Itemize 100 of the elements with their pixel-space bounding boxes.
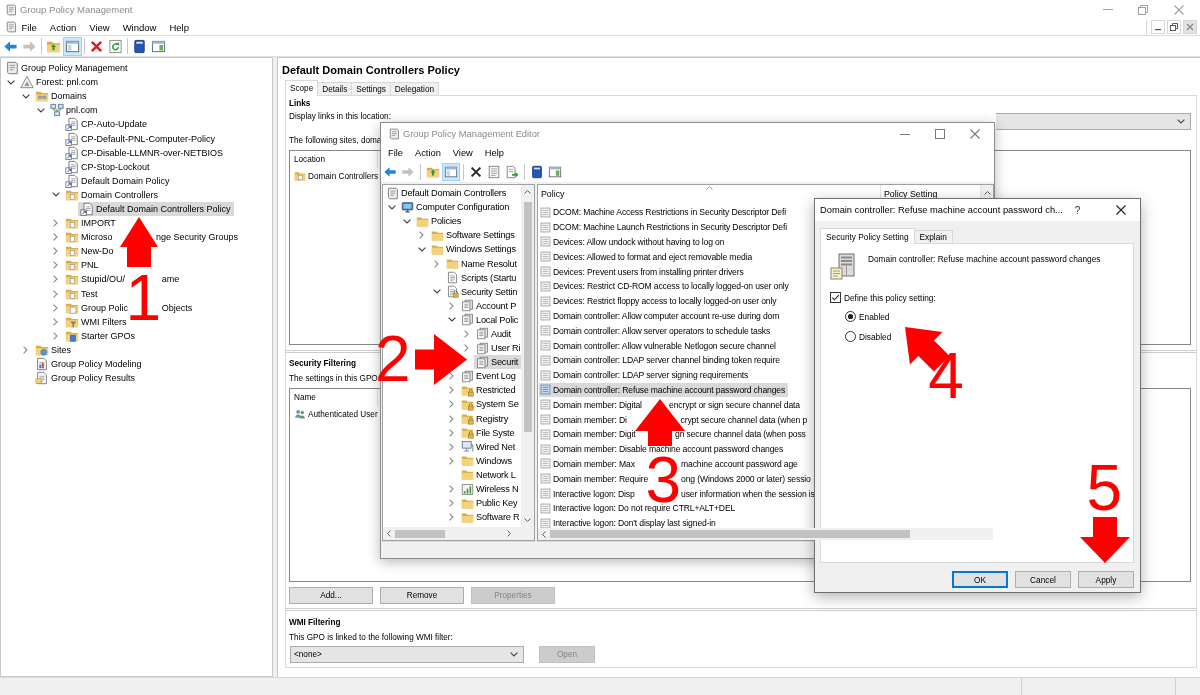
- tree-item[interactable]: Microso nge Security Groups: [63, 230, 242, 245]
- chevron-right-icon[interactable]: [449, 456, 454, 465]
- chevron-right-icon[interactable]: [449, 301, 454, 310]
- policy-row[interactable]: Devices: Restrict floppy access to locally logged-on user only: [539, 293, 780, 309]
- restore-icon[interactable]: [1167, 20, 1181, 34]
- action-pane-icon[interactable]: [151, 38, 166, 54]
- tree-item[interactable]: Software R: [459, 510, 523, 525]
- tree-item[interactable]: WMI Filters: [63, 314, 130, 329]
- tree-item[interactable]: Audit: [474, 326, 514, 342]
- column-header[interactable]: Name: [290, 389, 378, 406]
- menu-item[interactable]: File: [382, 148, 409, 158]
- tree-item[interactable]: IMPORT: [63, 216, 119, 231]
- chevron-down-icon[interactable]: [21, 93, 30, 99]
- tree-item[interactable]: Default Domain Controllers Policy: [78, 201, 234, 217]
- policy-row[interactable]: Domain controller: Allow server operators to schedule tasks: [539, 323, 774, 339]
- tab[interactable]: Delegation: [389, 82, 439, 95]
- scrollbar-thumb[interactable]: [550, 530, 910, 538]
- menu-item[interactable]: File: [15, 20, 44, 34]
- chevron-down-icon[interactable]: [417, 246, 426, 252]
- minimize-icon[interactable]: [1151, 20, 1165, 34]
- tree-item[interactable]: CP-Auto-Update: [63, 117, 151, 132]
- checkbox[interactable]: [830, 292, 841, 303]
- chevron-right-icon[interactable]: [53, 317, 58, 326]
- chevron-right-icon[interactable]: [449, 400, 454, 409]
- delete-icon[interactable]: [469, 164, 483, 179]
- menu-item[interactable]: View: [82, 20, 117, 34]
- policy-row[interactable]: Domain controller: LDAP server signing requirements: [539, 367, 752, 383]
- caret-down-icon[interactable]: [1177, 119, 1185, 124]
- tree-item[interactable]: Account P: [459, 298, 520, 313]
- policy-row[interactable]: DCOM: Machine Access Restrictions in Security Descriptor Defi: [539, 205, 789, 220]
- tree-item[interactable]: Domains: [33, 89, 90, 104]
- menu-item[interactable]: Action: [409, 148, 447, 158]
- policy-row[interactable]: Devices: Restrict CD-ROM access to locally logged-on user only: [539, 279, 792, 294]
- scroll-down-icon[interactable]: [524, 518, 531, 522]
- maximize-icon[interactable]: [935, 129, 945, 139]
- close-icon[interactable]: [1116, 205, 1126, 215]
- policy-row[interactable]: Devices: Allow undock without having to log on: [539, 234, 728, 250]
- radio-button[interactable]: [845, 331, 856, 342]
- menu-item[interactable]: Help: [162, 20, 196, 34]
- scroll-up-icon[interactable]: [524, 190, 531, 194]
- policy-row[interactable]: Domain controller: LDAP server channel binding token require: [539, 352, 783, 368]
- tree-item[interactable]: CP-Disable-LLMNR-over-NETBIOS: [63, 145, 227, 160]
- policy-row[interactable]: Domain controller: Refuse machine account password changes: [539, 382, 789, 398]
- policy-row[interactable]: Devices: Allowed to format and eject removable media: [539, 249, 756, 265]
- chevron-right-icon[interactable]: [53, 261, 58, 270]
- chevron-right-icon[interactable]: [53, 303, 58, 312]
- chevron-right-icon[interactable]: [419, 231, 424, 240]
- help-button[interactable]: ?: [1062, 201, 1092, 219]
- tree-item[interactable]: Group Policy Results: [33, 371, 139, 386]
- chevron-right-icon[interactable]: [464, 330, 469, 338]
- menu-item[interactable]: Action: [43, 20, 83, 34]
- console-tree-icon[interactable]: [63, 36, 82, 56]
- menu-item[interactable]: View: [446, 148, 479, 158]
- tree-item[interactable]: Software Settings: [429, 228, 518, 243]
- dialog-button[interactable]: OK: [952, 571, 1008, 588]
- tree-item[interactable]: Public Key: [459, 496, 521, 511]
- tree-item[interactable]: User Ri: [474, 341, 524, 356]
- policy-row[interactable]: Domain member: Di crypt secure channel data (when p: [539, 412, 811, 427]
- policy-row[interactable]: Domain member: Disable machine account password changes: [539, 441, 787, 457]
- console-tree-icon[interactable]: [442, 162, 460, 181]
- tree-item[interactable]: Event Log: [459, 369, 519, 384]
- chevron-down-icon[interactable]: [36, 107, 45, 113]
- tree-item[interactable]: Scripts (Startu: [444, 270, 520, 285]
- chevron-down-icon[interactable]: [51, 192, 60, 198]
- tree-item[interactable]: Starter GPOs: [63, 328, 138, 343]
- scroll-right-icon[interactable]: [507, 530, 511, 537]
- column-header[interactable]: Location: [290, 151, 378, 168]
- chevron-down-icon[interactable]: [6, 79, 15, 85]
- tree-item[interactable]: Group Policy Management: [3, 61, 131, 76]
- tree-item[interactable]: Group Policy Modeling: [33, 356, 145, 372]
- tree-item[interactable]: Network L: [459, 467, 519, 482]
- chevron-right-icon[interactable]: [53, 289, 58, 298]
- chevron-right-icon[interactable]: [53, 275, 58, 284]
- tree-item[interactable]: Computer Configuration: [399, 200, 513, 215]
- policy-row[interactable]: Domain member: Digital encrypt or sign secure channel data: [539, 397, 803, 413]
- wmi-filter-dropdown[interactable]: <none>: [290, 646, 524, 663]
- radio-button[interactable]: [845, 311, 856, 322]
- policy-row[interactable]: Domain member: Digit gn secure channel data (when poss: [539, 426, 809, 442]
- tree-item[interactable]: Default Domain Policy: [63, 173, 173, 188]
- refresh-icon[interactable]: [108, 38, 123, 54]
- caret-down-icon[interactable]: [510, 652, 518, 657]
- list-item[interactable]: Authenticated User: [294, 407, 378, 421]
- chevron-right-icon[interactable]: [449, 442, 454, 451]
- tab[interactable]: Explain: [913, 230, 953, 243]
- tree-item[interactable]: File Syste: [459, 425, 518, 440]
- policy-row[interactable]: DCOM: Machine Launch Restrictions in Security Descriptor Defi: [539, 219, 790, 235]
- tree-item[interactable]: Domain Controllers: [63, 187, 162, 202]
- chevron-right-icon[interactable]: [53, 219, 58, 228]
- tab[interactable]: Security Policy Setting: [820, 228, 915, 244]
- scrollbar-thumb[interactable]: [523, 202, 532, 432]
- tree-item[interactable]: CP-Default-PNL-Computer-Policy: [63, 131, 219, 146]
- chevron-right-icon[interactable]: [449, 513, 454, 522]
- tree-item[interactable]: Wired Net: [459, 439, 519, 454]
- chevron-right-icon[interactable]: [53, 331, 58, 340]
- list-item[interactable]: Domain Controllers: [294, 169, 379, 183]
- minimize-icon[interactable]: [900, 133, 910, 135]
- tree-item[interactable]: New-Do: [63, 244, 117, 259]
- export-icon[interactable]: [505, 164, 519, 179]
- menu-item[interactable]: Window: [116, 20, 163, 34]
- tab[interactable]: Settings: [351, 82, 391, 95]
